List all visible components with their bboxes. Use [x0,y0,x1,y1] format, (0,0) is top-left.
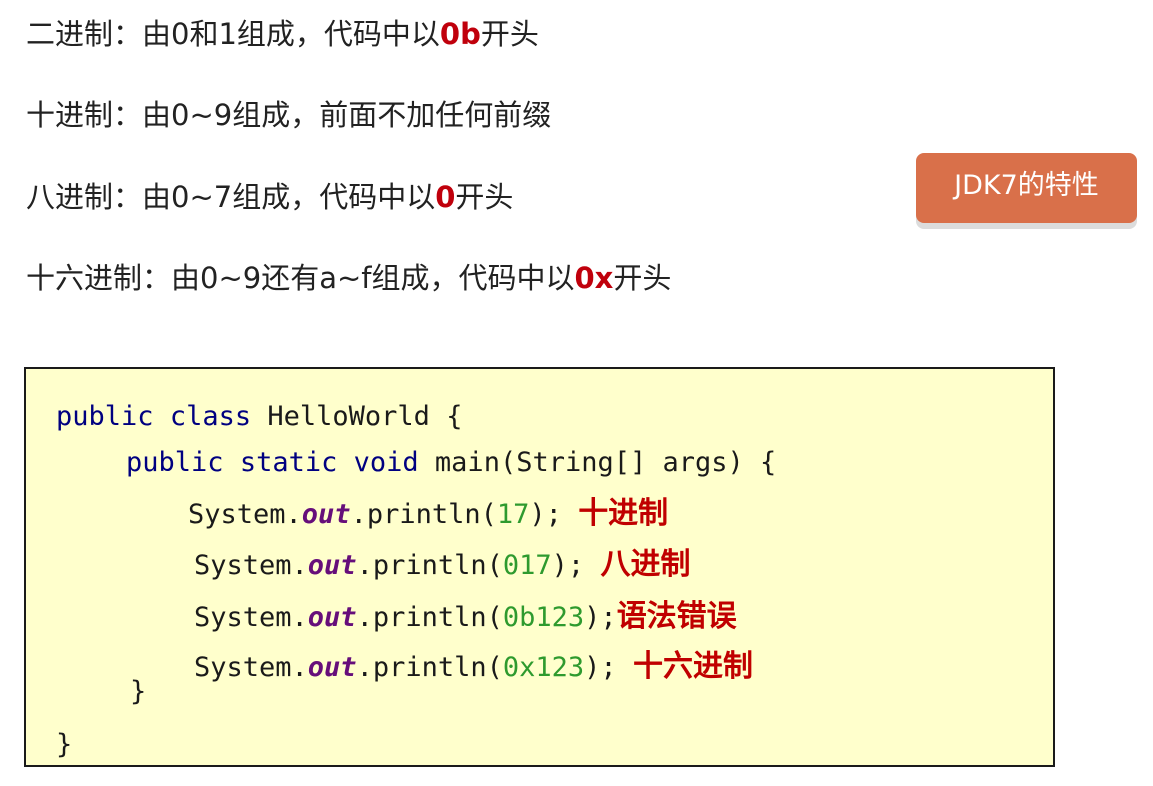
open-brace: { [446,401,463,432]
annotation-label: 十六进制 [632,649,753,684]
number-literal: 0b123 [502,602,585,633]
keyword-void: void [353,447,419,478]
hex-note: 十六进制：由0~9还有a~f组成，代码中以0x开头 [26,260,671,296]
code-line-println-binary: System.out.println(0b123);语法错误 [194,600,737,635]
out-field: out [307,602,357,633]
statement-end: ); [584,652,617,683]
binary-note-suffix: 开头 [480,17,539,51]
keyword-static: static [239,447,338,478]
annotation-label: 语法错误 [616,599,737,634]
number-literal: 0x123 [502,652,585,683]
code-block: public class HelloWorld { public static … [24,367,1055,767]
keyword-public: public [56,401,154,432]
code-line-println-hex: System.out.println(0x123); 十六进制 [194,650,753,685]
out-field: out [307,550,357,581]
println-call: .println( [356,602,503,633]
annotation-label: 八进制 [600,547,691,582]
out-field: out [307,652,357,683]
out-field: out [301,499,351,530]
println-call: .println( [350,499,497,530]
system-ref: System. [188,499,302,530]
octal-note-suffix: 开头 [455,180,514,214]
println-call: .println( [356,652,503,683]
number-literal: 017 [502,550,552,581]
hex-prefix-highlight: 0x [574,261,614,295]
keyword-public: public [126,447,224,478]
code-line-close-class: } [56,728,72,762]
decimal-note: 十进制：由0~9组成，前面不加任何前缀 [26,97,551,133]
annotation-label: 十进制 [578,496,669,531]
close-brace: } [130,676,147,707]
close-brace: } [56,729,73,760]
println-call: .println( [356,550,503,581]
code-line-class-declaration: public class HelloWorld { [56,400,462,434]
keyword-class: class [169,401,252,432]
hex-note-prefix: 十六进制：由0~9还有a~f组成，代码中以 [26,261,575,295]
octal-note: 八进制：由0~7组成，代码中以0开头 [26,179,513,215]
statement-end: ); [529,499,562,530]
octal-prefix-highlight: 0 [435,180,456,214]
code-line-close-method: } [130,675,146,709]
statement-end: ); [551,550,585,581]
code-line-main-method: public static void main(String[] args) { [126,446,776,480]
code-line-println-octal: System.out.println(017); 八进制 [194,548,690,583]
code-line-println-decimal: System.out.println(17); 十进制 [188,497,668,532]
binary-note-prefix: 二进制：由0和1组成，代码中以 [26,17,440,51]
open-brace: { [760,447,777,478]
number-literal: 17 [496,499,530,530]
binary-note: 二进制：由0和1组成，代码中以0b开头 [26,16,539,52]
method-signature: main(String[] args) [434,447,744,478]
class-name: HelloWorld [267,401,430,432]
decimal-note-text: 十进制：由0~9组成，前面不加任何前缀 [26,98,552,132]
jdk7-feature-badge: JDK7的特性 [916,153,1137,223]
octal-note-prefix: 八进制：由0~7组成，代码中以 [26,180,436,214]
statement-end: ); [584,602,617,633]
binary-prefix-highlight: 0b [439,17,481,51]
system-ref: System. [194,550,308,581]
system-ref: System. [194,652,308,683]
system-ref: System. [194,602,308,633]
hex-note-suffix: 开头 [613,261,672,295]
